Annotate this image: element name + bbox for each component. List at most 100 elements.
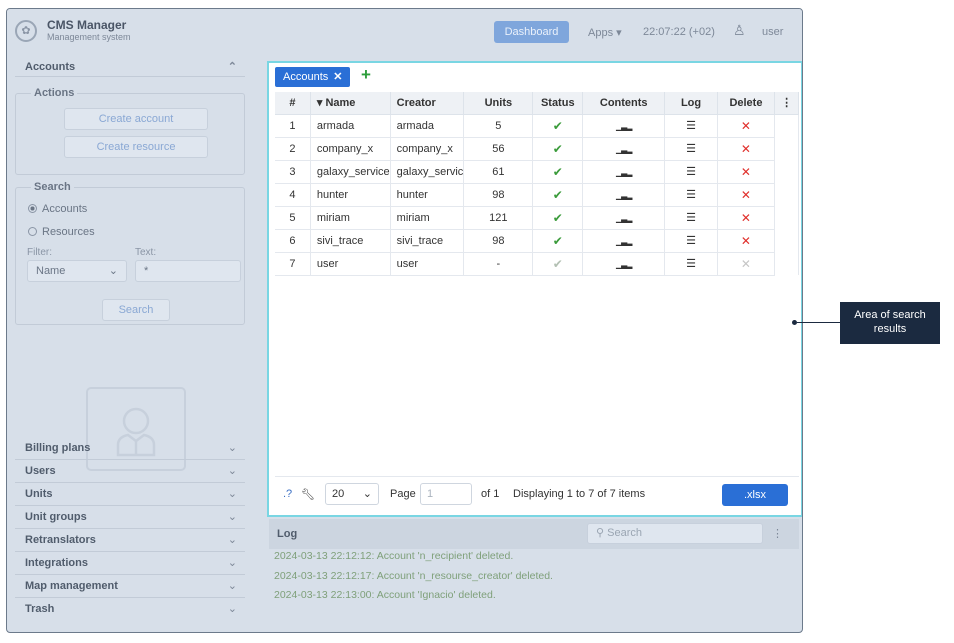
chevron-down-icon: ⌄ [362, 488, 372, 500]
column-header[interactable]: Creator [390, 92, 465, 115]
log-list-icon[interactable]: ☰ [686, 235, 696, 247]
delete-icon[interactable]: ✕ [741, 119, 751, 133]
user-icon[interactable]: ♙ [733, 22, 746, 39]
row-number: 6 [275, 229, 311, 253]
close-icon[interactable]: ✕ [333, 71, 342, 83]
account-name[interactable]: sivi_trace [310, 229, 391, 253]
log-list-icon[interactable]: ☰ [686, 258, 696, 270]
clock: 22:07:22 (+02) [643, 26, 715, 38]
account-name[interactable]: miriam [310, 206, 391, 230]
log-list-icon[interactable]: ☰ [686, 212, 696, 224]
column-header: Log [664, 92, 718, 115]
delete-icon[interactable]: ✕ [741, 211, 751, 225]
account-creator: miriam [390, 206, 465, 230]
table-footer: .? 🔧︎ 20 ⌄ Page 1 of 1 Displaying 1 to 7… [275, 476, 799, 510]
column-header[interactable]: Units [463, 92, 534, 115]
table-row[interactable]: 4 hunter hunter 98 ✔ ▁▃▂ ☰ ✕ [275, 183, 799, 207]
create-resource-button[interactable]: Create resource [64, 136, 208, 158]
table-row[interactable]: 3 galaxy_service galaxy_servic 61 ✔ ▁▃▂ … [275, 160, 799, 184]
delete-icon[interactable]: ✕ [741, 142, 751, 156]
chevron-down-icon: ⌄ [227, 603, 237, 615]
nav-map-management[interactable]: Map management ⌄ [15, 575, 245, 598]
nav-users[interactable]: Users ⌄ [15, 460, 245, 483]
table-row[interactable]: 1 armada armada 5 ✔ ▁▃▂ ☰ ✕ [275, 114, 799, 138]
account-creator: galaxy_servic [390, 160, 465, 184]
account-name[interactable]: company_x [310, 137, 391, 161]
contents-chart-icon[interactable]: ▁▃▂ [616, 122, 633, 131]
table-header-row: # ▾ Name Creator Units Status Contents L… [275, 92, 799, 115]
log-entry: 2024-03-13 22:13:00: Account 'Ignacio' d… [274, 589, 496, 601]
search-icon: ⚲ [596, 527, 608, 539]
account-name[interactable]: user [310, 252, 391, 276]
nav-billing-plans[interactable]: Billing plans ⌄ [15, 437, 245, 460]
status-enabled-icon[interactable]: ✔ [553, 188, 563, 202]
contents-chart-icon[interactable]: ▁▃▂ [616, 145, 633, 154]
nav-label: Retranslators [25, 534, 96, 546]
delete-icon[interactable]: ✕ [741, 165, 751, 179]
account-units: - [463, 252, 534, 276]
account-name[interactable]: armada [310, 114, 391, 138]
log-list-icon[interactable]: ☰ [686, 143, 696, 155]
row-number: 2 [275, 137, 311, 161]
contents-chart-icon[interactable]: ▁▃▂ [616, 260, 633, 269]
radio-accounts[interactable]: Accounts [28, 203, 87, 215]
account-units: 121 [463, 206, 534, 230]
status-enabled-icon[interactable]: ✔ [553, 119, 563, 133]
filter-select[interactable]: Name ⌄ [27, 260, 127, 282]
nav-integrations[interactable]: Integrations ⌄ [15, 552, 245, 575]
radio-resources[interactable]: Resources [28, 226, 95, 238]
help-icon[interactable]: .? [283, 488, 292, 500]
account-units: 56 [463, 137, 534, 161]
nav-trash[interactable]: Trash ⌄ [15, 598, 245, 621]
log-search-input[interactable]: ⚲ Search [587, 523, 763, 544]
accounts-section-header[interactable]: Accounts ⌃ [15, 57, 245, 77]
delete-icon[interactable]: ✕ [741, 234, 751, 248]
apps-menu[interactable]: Apps ▾ [588, 26, 622, 39]
status-enabled-icon[interactable]: ✔ [553, 142, 563, 156]
search-button[interactable]: Search [102, 299, 170, 321]
page-number-input[interactable]: 1 [420, 483, 472, 505]
page-size-select[interactable]: 20 ⌄ [325, 483, 379, 505]
delete-icon[interactable]: ✕ [741, 188, 751, 202]
column-header[interactable]: Status [532, 92, 584, 115]
create-account-button[interactable]: Create account [64, 108, 208, 130]
status-enabled-icon: ✔ [552, 256, 563, 271]
filter-select-value: Name [36, 265, 66, 277]
nav-label: Integrations [25, 557, 88, 569]
log-list-icon[interactable]: ☰ [686, 120, 696, 132]
nav-units[interactable]: Units ⌄ [15, 483, 245, 506]
tab-accounts[interactable]: Accounts ✕ [275, 67, 351, 87]
app-title: CMS Manager [47, 18, 127, 32]
column-header-name[interactable]: ▾ Name [310, 92, 391, 115]
column-menu-icon[interactable]: ⋮ [774, 92, 799, 115]
dashboard-button[interactable]: Dashboard [494, 21, 569, 43]
nav-unit-groups[interactable]: Unit groups ⌄ [15, 506, 245, 529]
account-creator: hunter [390, 183, 465, 207]
radio-selected-icon [28, 204, 37, 213]
log-list-icon[interactable]: ☰ [686, 189, 696, 201]
wrench-icon[interactable]: 🔧︎ [301, 488, 315, 501]
nav-label: Map management [25, 580, 118, 592]
contents-chart-icon[interactable]: ▁▃▂ [616, 191, 633, 200]
status-enabled-icon[interactable]: ✔ [553, 165, 563, 179]
log-list-icon[interactable]: ☰ [686, 166, 696, 178]
status-enabled-icon[interactable]: ✔ [553, 234, 563, 248]
tab-label: Accounts [283, 71, 329, 83]
contents-chart-icon[interactable]: ▁▃▂ [616, 237, 633, 246]
log-menu-icon[interactable]: ⋮ [772, 527, 783, 540]
account-name[interactable]: galaxy_service [310, 160, 391, 184]
table-row[interactable]: 5 miriam miriam 121 ✔ ▁▃▂ ☰ ✕ [275, 206, 799, 230]
table-row[interactable]: 7 user user - ✔ ▁▃▂ ☰ ✕ [275, 252, 799, 276]
table-row[interactable]: 6 sivi_trace sivi_trace 98 ✔ ▁▃▂ ☰ ✕ [275, 229, 799, 253]
export-xlsx-button[interactable]: .xlsx [722, 484, 788, 506]
status-enabled-icon[interactable]: ✔ [553, 211, 563, 225]
user-name[interactable]: user [762, 26, 783, 38]
table-row[interactable]: 2 company_x company_x 56 ✔ ▁▃▂ ☰ ✕ [275, 137, 799, 161]
add-tab-icon[interactable]: + [361, 65, 371, 85]
nav-retranslators[interactable]: Retranslators ⌄ [15, 529, 245, 552]
text-label: Text: [135, 247, 157, 258]
text-input[interactable]: * [135, 260, 241, 282]
account-name[interactable]: hunter [310, 183, 391, 207]
contents-chart-icon[interactable]: ▁▃▂ [616, 168, 633, 177]
contents-chart-icon[interactable]: ▁▃▂ [616, 214, 633, 223]
